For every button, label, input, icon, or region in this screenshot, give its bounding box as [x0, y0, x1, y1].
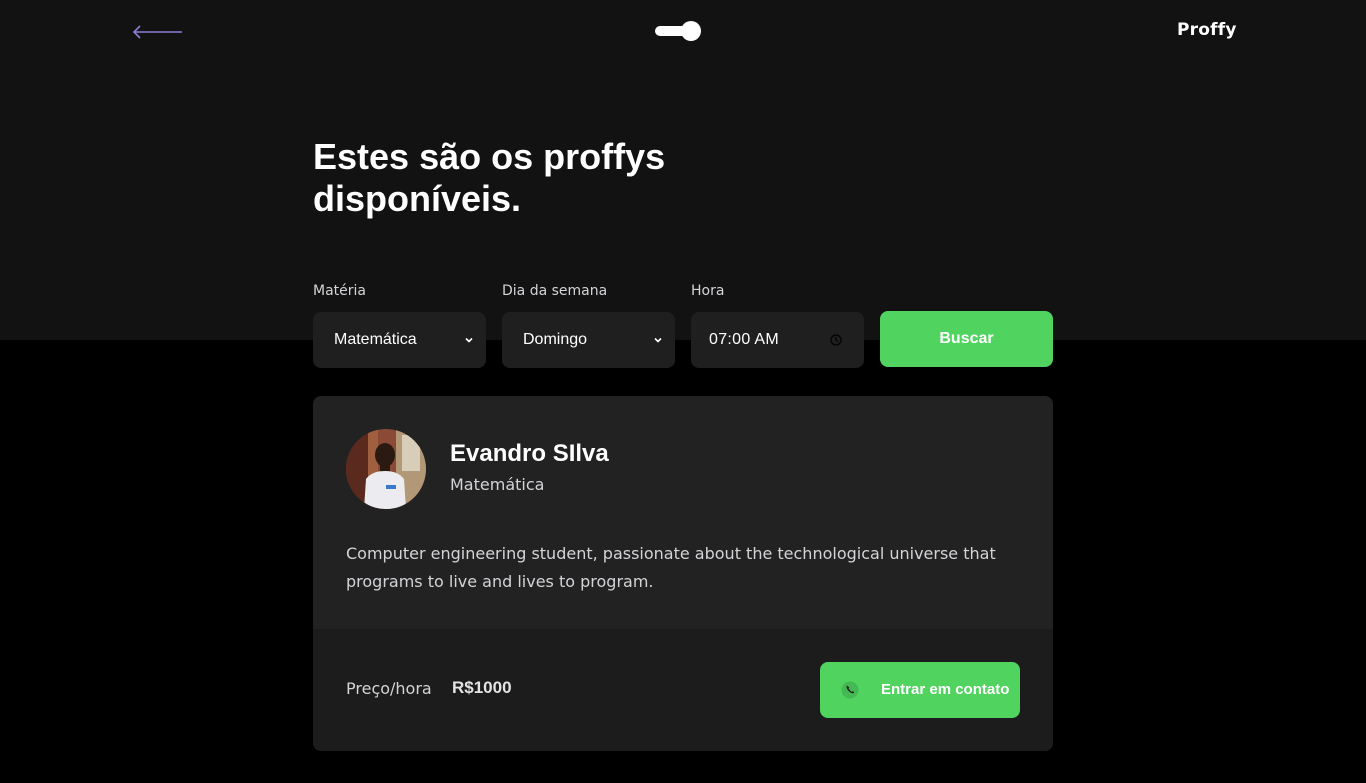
search-button[interactable]: Buscar	[880, 311, 1053, 367]
logo: Proffy	[1177, 20, 1237, 40]
subject-select[interactable]: Matemática	[313, 312, 486, 368]
weekday-select-value: Domingo	[523, 331, 588, 348]
whatsapp-icon	[841, 681, 859, 699]
page-title: Estes são os proffys disponíveis.	[313, 136, 733, 220]
time-input[interactable]: 07:00 AM	[691, 312, 864, 368]
teacher-card: Evandro SIlva Matemática Computer engine…	[313, 396, 1053, 751]
chevron-down-icon	[654, 337, 662, 343]
chevron-down-icon	[465, 337, 473, 343]
time-label: Hora	[691, 283, 725, 299]
teacher-subject: Matemática	[450, 475, 545, 494]
toggle-knob	[681, 21, 701, 41]
avatar	[346, 429, 426, 509]
subject-label: Matéria	[313, 283, 366, 299]
teacher-name: Evandro SIlva	[450, 440, 609, 467]
theme-toggle[interactable]	[655, 20, 703, 42]
teacher-card-footer: Preço/hora R$1000 Entrar em contato	[313, 629, 1053, 751]
page-title-line-1: Estes são os proffys	[313, 136, 666, 177]
contact-button-label: Entrar em contato	[881, 681, 1010, 698]
avatar-image	[346, 429, 426, 509]
weekday-select[interactable]: Domingo	[502, 312, 675, 368]
price-value: R$1000	[452, 678, 512, 697]
back-button[interactable]	[132, 22, 184, 42]
contact-button[interactable]: Entrar em contato	[820, 662, 1020, 718]
subject-select-value: Matemática	[334, 331, 417, 348]
clock-icon[interactable]	[830, 334, 842, 346]
weekday-label: Dia da semana	[502, 283, 608, 299]
time-input-value: 07:00 AM	[709, 331, 780, 348]
price-label: Preço/hora	[346, 679, 432, 698]
teacher-bio: Computer engineering student, passionate…	[346, 544, 996, 591]
page-title-line-2: disponíveis.	[313, 178, 522, 219]
arrow-left-icon	[132, 25, 182, 39]
